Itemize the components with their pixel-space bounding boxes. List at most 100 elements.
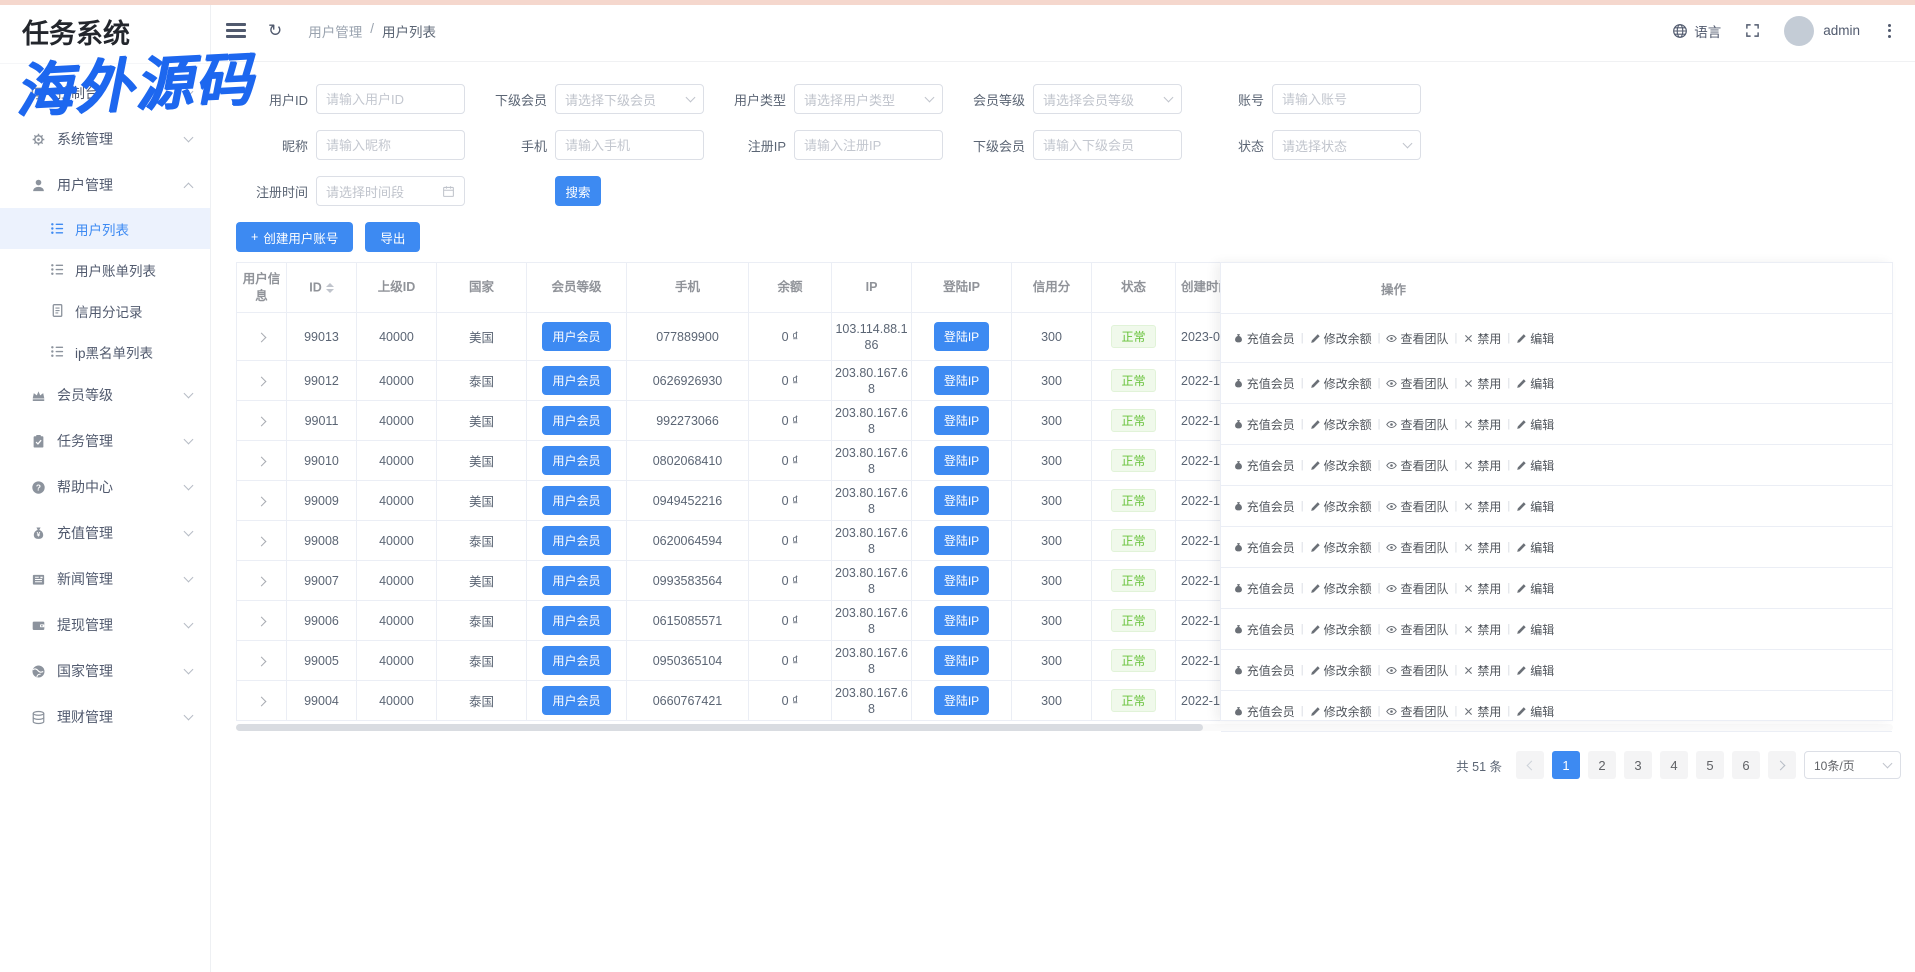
login-ip-button[interactable]: 登陆IP (934, 366, 989, 395)
login-ip-button[interactable]: 登陆IP (934, 446, 989, 475)
fullscreen-icon[interactable] (1745, 23, 1760, 38)
sidebar-item-member-levels[interactable]: 会员等级 (0, 372, 210, 418)
recharge-member-link[interactable]: 充值会员 (1233, 662, 1295, 679)
modify-balance-link[interactable]: 修改余额 (1310, 416, 1372, 433)
modify-balance-link[interactable]: 修改余额 (1310, 375, 1372, 392)
sidebar-item-user-bills[interactable]: 用户账单列表 (0, 249, 210, 290)
login-ip-button[interactable]: 登陆IP (934, 646, 989, 675)
member-level-button[interactable]: 用户会员 (542, 486, 610, 515)
col-id-sortable[interactable]: ID (287, 263, 357, 313)
next-page-button[interactable] (1768, 751, 1796, 779)
member-level-select[interactable]: 请选择会员等级 (1033, 84, 1182, 114)
recharge-member-link[interactable]: 充值会员 (1233, 580, 1295, 597)
member-level-button[interactable]: 用户会员 (542, 646, 610, 675)
disable-link[interactable]: 禁用 (1463, 330, 1501, 347)
page-size-select[interactable]: 10条/页 (1804, 751, 1901, 779)
view-team-link[interactable]: 查看团队 (1386, 539, 1448, 556)
view-team-link[interactable]: 查看团队 (1386, 498, 1448, 515)
disable-link[interactable]: 禁用 (1463, 375, 1501, 392)
edit-link[interactable]: 编辑 (1516, 416, 1554, 433)
user-type-select[interactable]: 请选择用户类型 (794, 84, 943, 114)
page-button[interactable]: 3 (1624, 751, 1652, 779)
user-id-input[interactable] (316, 84, 465, 114)
recharge-member-link[interactable]: 充值会员 (1233, 416, 1295, 433)
view-team-link[interactable]: 查看团队 (1386, 703, 1448, 720)
nickname-input[interactable] (316, 130, 465, 160)
edit-link[interactable]: 编辑 (1516, 375, 1554, 392)
view-team-link[interactable]: 查看团队 (1386, 580, 1448, 597)
sidebar-item-user-list[interactable]: 用户列表 (0, 208, 210, 249)
phone-input[interactable] (555, 130, 704, 160)
page-button[interactable]: 1 (1552, 751, 1580, 779)
expand-row-icon[interactable] (257, 536, 267, 546)
edit-link[interactable]: 编辑 (1516, 662, 1554, 679)
login-ip-button[interactable]: 登陆IP (934, 686, 989, 715)
edit-link[interactable]: 编辑 (1516, 621, 1554, 638)
register-ip-input[interactable] (794, 130, 943, 160)
member-level-button[interactable]: 用户会员 (542, 566, 610, 595)
modify-balance-link[interactable]: 修改余额 (1310, 498, 1372, 515)
edit-link[interactable]: 编辑 (1516, 498, 1554, 515)
expand-row-icon[interactable] (257, 456, 267, 466)
refresh-icon[interactable]: ↻ (268, 21, 282, 41)
login-ip-button[interactable]: 登陆IP (934, 566, 989, 595)
recharge-member-link[interactable]: 充值会员 (1233, 498, 1295, 515)
modify-balance-link[interactable]: 修改余额 (1310, 539, 1372, 556)
modify-balance-link[interactable]: 修改余额 (1310, 703, 1372, 720)
sidebar-item-finance[interactable]: 理财管理 (0, 694, 210, 740)
sort-icon[interactable] (326, 279, 334, 297)
breadcrumb-item[interactable]: 用户管理 (308, 21, 362, 41)
status-select[interactable]: 请选择状态 (1272, 130, 1421, 160)
disable-link[interactable]: 禁用 (1463, 580, 1501, 597)
member-level-button[interactable]: 用户会员 (542, 366, 610, 395)
expand-row-icon[interactable] (257, 416, 267, 426)
edit-link[interactable]: 编辑 (1516, 703, 1554, 720)
view-team-link[interactable]: 查看团队 (1386, 457, 1448, 474)
expand-row-icon[interactable] (257, 496, 267, 506)
member-level-button[interactable]: 用户会员 (542, 686, 610, 715)
modify-balance-link[interactable]: 修改余额 (1310, 621, 1372, 638)
sidebar-item-users[interactable]: 用户管理 (0, 162, 210, 208)
login-ip-button[interactable]: 登陆IP (934, 526, 989, 555)
view-team-link[interactable]: 查看团队 (1386, 662, 1448, 679)
view-team-link[interactable]: 查看团队 (1386, 375, 1448, 392)
page-button[interactable]: 6 (1732, 751, 1760, 779)
login-ip-button[interactable]: 登陆IP (934, 486, 989, 515)
language-switcher[interactable]: 语言 (1672, 21, 1721, 41)
login-ip-button[interactable]: 登陆IP (934, 406, 989, 435)
view-team-link[interactable]: 查看团队 (1386, 330, 1448, 347)
sidebar-item-help-center[interactable]: ? 帮助中心 (0, 464, 210, 510)
sidebar-item-countries[interactable]: 国家管理 (0, 648, 210, 694)
modify-balance-link[interactable]: 修改余额 (1310, 580, 1372, 597)
login-ip-button[interactable]: 登陆IP (934, 322, 989, 351)
kebab-menu-icon[interactable] (1884, 20, 1895, 42)
modify-balance-link[interactable]: 修改余额 (1310, 330, 1372, 347)
member-level-button[interactable]: 用户会员 (542, 322, 610, 351)
view-team-link[interactable]: 查看团队 (1386, 416, 1448, 433)
recharge-member-link[interactable]: 充值会员 (1233, 375, 1295, 392)
sidebar-item-news[interactable]: 新闻管理 (0, 556, 210, 602)
sidebar-item-console[interactable]: 控制台 (0, 70, 210, 116)
modify-balance-link[interactable]: 修改余额 (1310, 457, 1372, 474)
recharge-member-link[interactable]: 充值会员 (1233, 457, 1295, 474)
disable-link[interactable]: 禁用 (1463, 621, 1501, 638)
disable-link[interactable]: 禁用 (1463, 416, 1501, 433)
expand-row-icon[interactable] (257, 576, 267, 586)
hamburger-menu-icon[interactable] (226, 23, 246, 37)
modify-balance-link[interactable]: 修改余额 (1310, 662, 1372, 679)
member-level-button[interactable]: 用户会员 (542, 406, 610, 435)
member-level-button[interactable]: 用户会员 (542, 526, 610, 555)
register-time-picker[interactable]: 请选择时间段 (316, 176, 465, 206)
user-menu[interactable]: admin (1784, 16, 1860, 46)
disable-link[interactable]: 禁用 (1463, 457, 1501, 474)
sub-member-input[interactable] (1033, 130, 1182, 160)
recharge-member-link[interactable]: 充值会员 (1233, 539, 1295, 556)
scrollbar-thumb[interactable] (236, 724, 1203, 731)
expand-row-icon[interactable] (257, 332, 267, 342)
create-user-button[interactable]: +创建用户账号 (236, 222, 353, 252)
expand-row-icon[interactable] (257, 696, 267, 706)
edit-link[interactable]: 编辑 (1516, 457, 1554, 474)
sidebar-item-withdraw[interactable]: 提现管理 (0, 602, 210, 648)
edit-link[interactable]: 编辑 (1516, 330, 1554, 347)
disable-link[interactable]: 禁用 (1463, 662, 1501, 679)
